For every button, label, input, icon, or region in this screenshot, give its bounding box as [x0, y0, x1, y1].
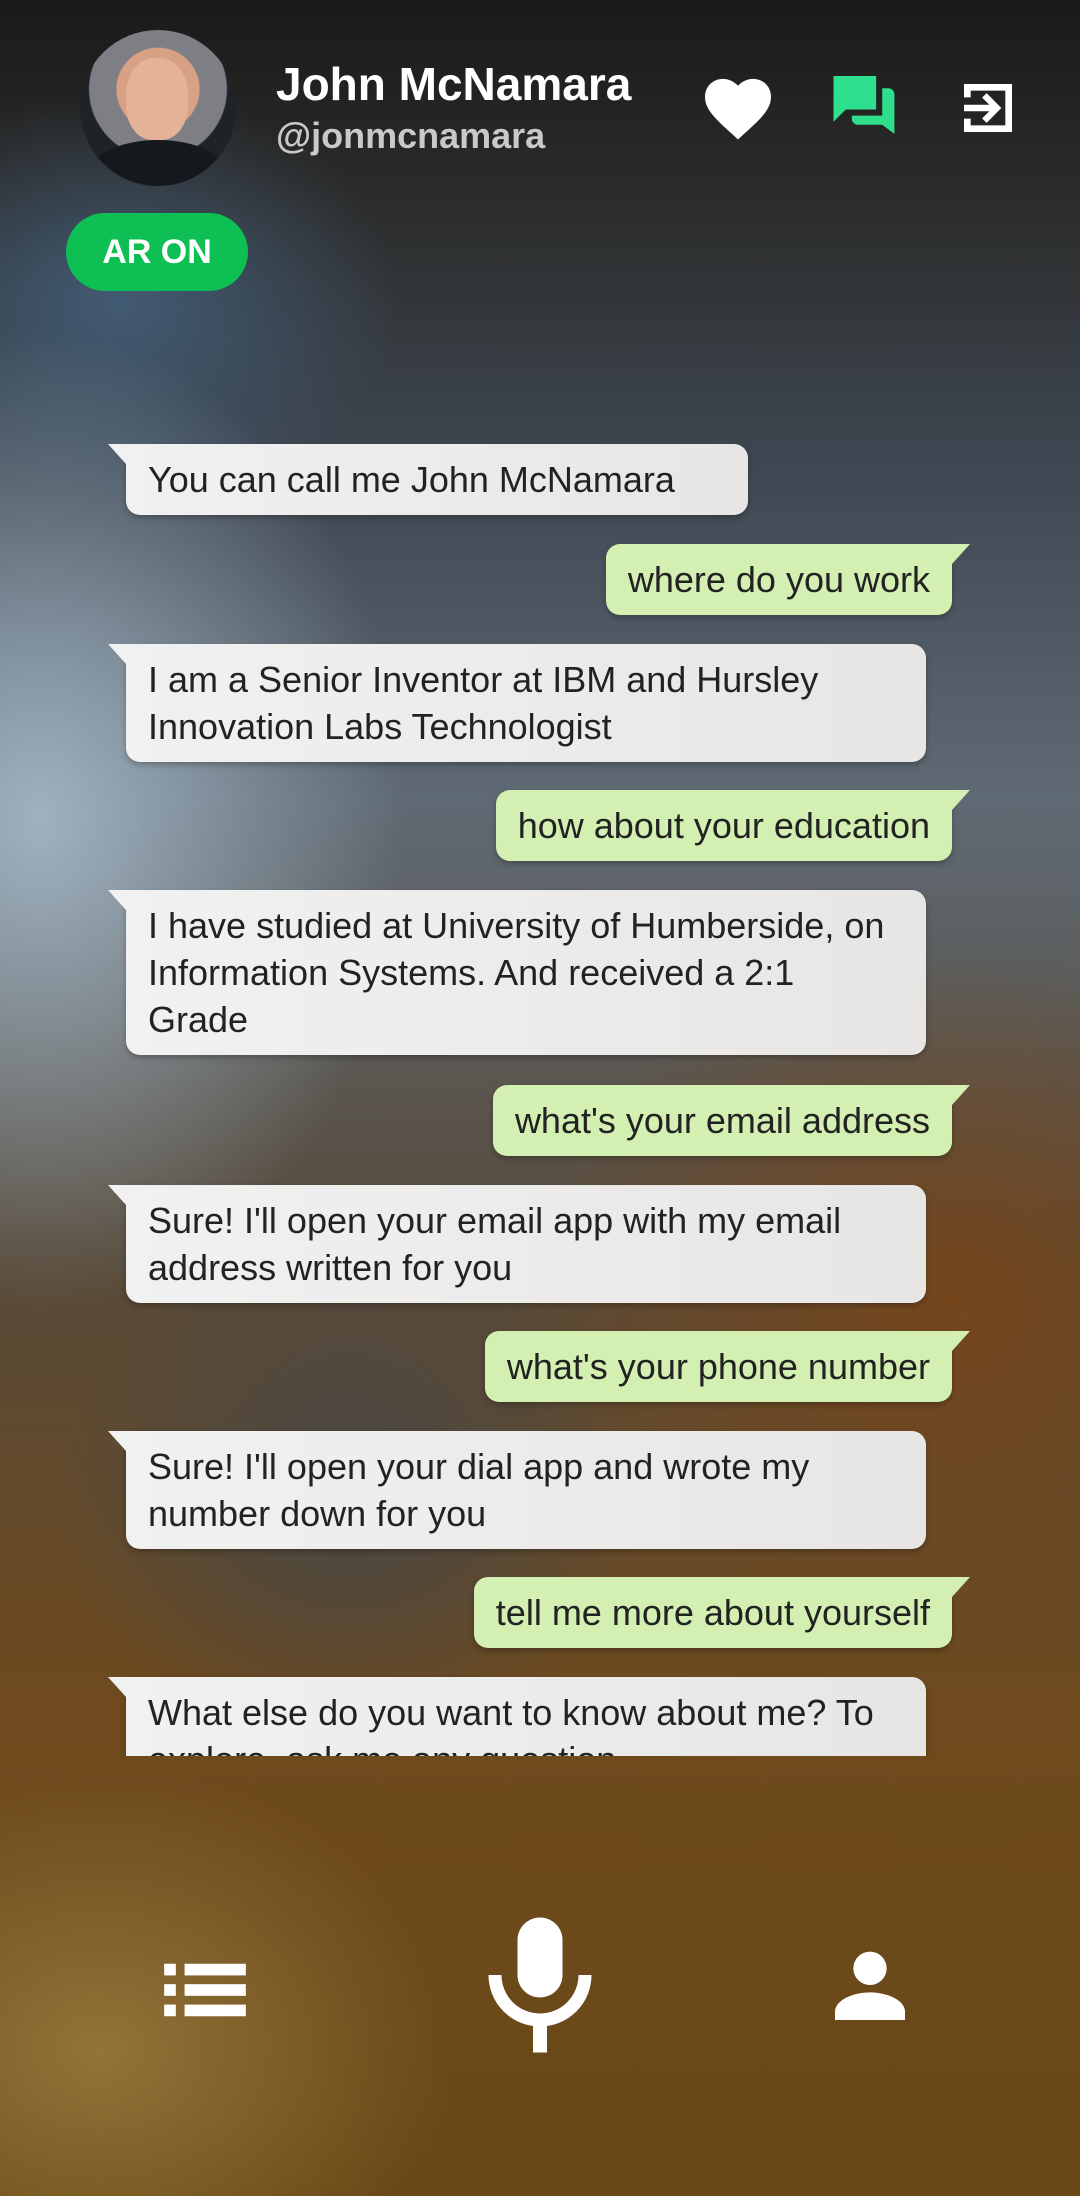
- chat-messages[interactable]: You can call me John McNamara where do y…: [0, 440, 1080, 1756]
- user-message: how about your education: [495, 790, 971, 861]
- microphone-icon: [488, 1917, 592, 2053]
- profile-button[interactable]: [830, 1945, 920, 2035]
- bot-message: I am a Senior Inventor at IBM and Hursle…: [108, 644, 926, 762]
- exit-button[interactable]: [950, 70, 1026, 146]
- chat-button[interactable]: [822, 70, 912, 146]
- avatar-shoulders: [88, 140, 228, 186]
- bottom-toolbar: [0, 1900, 1080, 2080]
- list-button[interactable]: [160, 1955, 250, 2025]
- person-icon: [835, 1951, 905, 2020]
- profile-header: John McNamara @jonmcnamara: [0, 0, 1080, 210]
- favorite-button[interactable]: [700, 70, 776, 146]
- bot-message: What else do you want to know about me? …: [108, 1677, 926, 1756]
- bot-message: Sure! I'll open your dial app and wrote …: [108, 1431, 926, 1549]
- exit-icon: [964, 84, 1012, 132]
- bot-message: I have studied at University of Humbersi…: [108, 890, 926, 1055]
- profile-name: John McNamara: [276, 58, 632, 110]
- user-message: what's your email address: [492, 1085, 971, 1156]
- ar-status-badge[interactable]: AR ON: [66, 213, 248, 291]
- bot-message: You can call me John McNamara: [108, 444, 748, 515]
- avatar-face: [126, 58, 188, 140]
- user-message: where do you work: [605, 544, 971, 615]
- bot-message: Sure! I'll open your email app with my e…: [108, 1185, 926, 1303]
- heart-icon: [705, 78, 771, 140]
- chat-bubbles-icon: [833, 76, 895, 134]
- avatar[interactable]: [80, 30, 236, 186]
- microphone-button[interactable]: [485, 1915, 595, 2055]
- user-message: what's your phone number: [484, 1331, 971, 1402]
- list-icon: [164, 1963, 246, 2017]
- profile-handle: @jonmcnamara: [276, 115, 546, 156]
- user-message: tell me more about yourself: [473, 1577, 971, 1648]
